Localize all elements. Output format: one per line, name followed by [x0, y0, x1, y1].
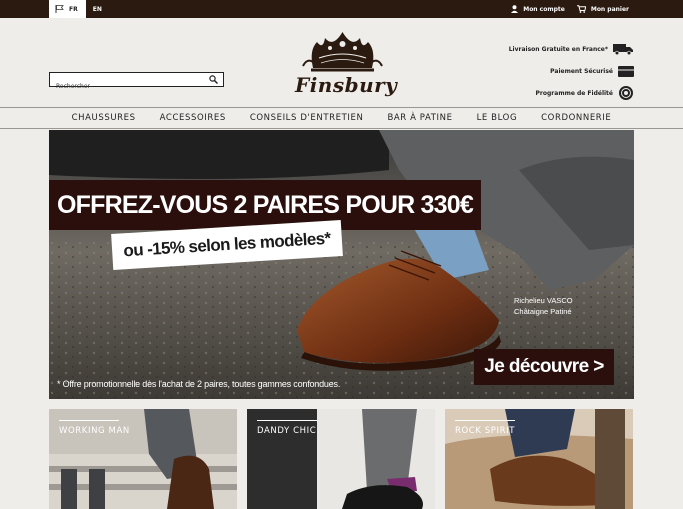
- offer-disclaimer: * Offre promotionnelle dès l'achat de 2 …: [57, 379, 341, 389]
- nav-item-shoes[interactable]: CHAUSSURES: [72, 113, 136, 123]
- tile-label: DANDY CHIC: [257, 426, 317, 436]
- user-icon: [511, 5, 519, 13]
- nav-item-care-advice[interactable]: CONSEILS D'ENTRETIEN: [250, 113, 364, 123]
- language-en[interactable]: EN: [86, 6, 102, 13]
- cart-label: Mon panier: [590, 5, 629, 13]
- dandy-chic-photo: [247, 409, 435, 509]
- perk-label: Programme de Fidélité: [535, 89, 613, 97]
- working-man-photo: [49, 409, 237, 509]
- language-fr-label: FR: [69, 5, 78, 13]
- nav-item-accessories[interactable]: ACCESSOIRES: [160, 113, 226, 123]
- caption-model: Richelieu VASCO: [514, 296, 573, 305]
- tile-rock-spirit[interactable]: ROCK SPIRIT: [445, 409, 633, 509]
- top-bar: FR EN Mon compte Mon panier: [0, 0, 683, 18]
- tile-divider: [59, 420, 119, 421]
- nav-item-cobbler[interactable]: CORDONNERIE: [541, 113, 611, 123]
- search-icon[interactable]: [209, 75, 218, 84]
- brand-name: Finsbury: [295, 73, 398, 97]
- service-perks: Livraison Gratuite en France* Paiement S…: [484, 38, 634, 104]
- brand-logo[interactable]: Finsbury: [295, 28, 398, 100]
- hero-banner[interactable]: OFFREZ-VOUS 2 PAIRES POUR 330€ ou -15% s…: [49, 130, 634, 399]
- tile-divider: [455, 420, 515, 421]
- nav-item-patina-bar[interactable]: BAR À PATINE: [387, 113, 452, 123]
- tile-label: ROCK SPIRIT: [455, 426, 516, 436]
- tile-dandy-chic[interactable]: DANDY CHIC: [247, 409, 435, 509]
- search-box: [49, 72, 224, 93]
- cart-link[interactable]: Mon panier: [576, 5, 629, 13]
- truck-icon: [613, 44, 633, 55]
- perk-secure-payment[interactable]: Paiement Sécurisé: [484, 60, 634, 82]
- account-label: Mon compte: [523, 5, 565, 13]
- search-input[interactable]: [50, 80, 200, 93]
- cart-icon: [576, 5, 586, 13]
- discover-button[interactable]: Je découvre >: [474, 349, 614, 385]
- nav-item-blog[interactable]: LE BLOG: [477, 113, 518, 123]
- language-switcher: FR EN: [49, 0, 102, 18]
- perk-loyalty[interactable]: Programme de Fidélité: [484, 82, 634, 104]
- tile-divider: [257, 420, 317, 421]
- rock-spirit-photo: [445, 409, 633, 509]
- perk-free-delivery[interactable]: Livraison Gratuite en France*: [484, 38, 634, 60]
- product-caption: Richelieu VASCO Châtaigne Patiné: [514, 295, 573, 317]
- tile-label: WORKING MAN: [59, 426, 130, 436]
- account-links: Mon compte Mon panier: [499, 0, 629, 18]
- crown-logo-icon: [302, 32, 383, 72]
- caption-color: Châtaigne Patiné: [514, 307, 572, 316]
- flag-icon: [55, 5, 64, 13]
- card-icon: [618, 65, 634, 77]
- main-nav: CHAUSSURES ACCESSOIRES CONSEILS D'ENTRET…: [0, 107, 683, 129]
- account-link[interactable]: Mon compte: [511, 5, 565, 13]
- tile-working-man[interactable]: WORKING MAN: [49, 409, 237, 509]
- perk-label: Livraison Gratuite en France*: [508, 45, 608, 53]
- loyalty-badge-icon: [619, 86, 633, 100]
- promo-title: OFFREZ-VOUS 2 PAIRES POUR 330€: [49, 180, 481, 230]
- language-fr[interactable]: FR: [49, 0, 86, 18]
- perk-label: Paiement Sécurisé: [550, 67, 613, 75]
